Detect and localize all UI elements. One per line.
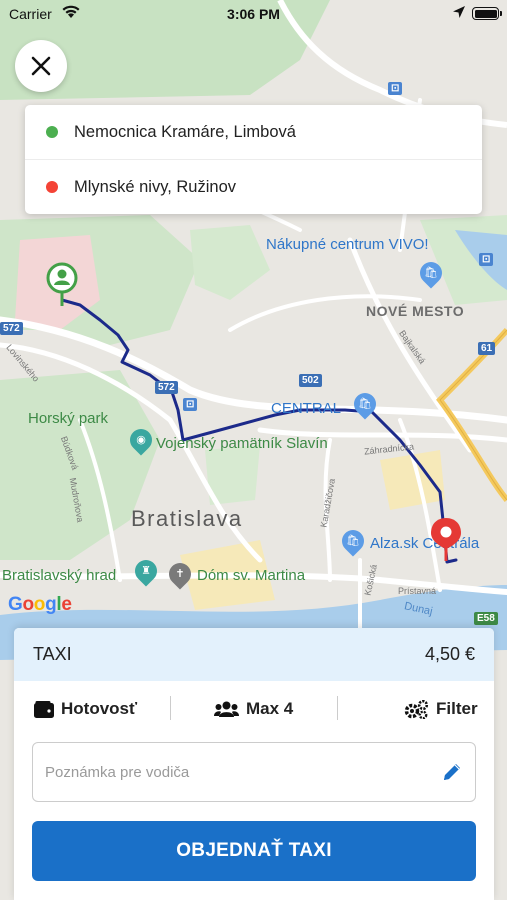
map-label-nove-mesto: NOVÉ MESTO: [366, 303, 465, 319]
service-name: TAXI: [33, 644, 72, 664]
origin-label: Nemocnica Kramáre, Limbová: [74, 122, 296, 141]
status-time: 3:06 PM: [227, 6, 280, 22]
divider: [170, 696, 171, 720]
map-label-horsky-park: Horský park: [28, 410, 109, 427]
street-label: Prístavná: [398, 586, 437, 596]
close-button[interactable]: [15, 40, 67, 92]
map-label-vivo: Nákupné centrum VIVO!: [266, 236, 429, 253]
capacity-label: Max 4: [246, 699, 294, 718]
pencil-icon[interactable]: [441, 761, 463, 783]
road-shield: 572: [0, 322, 23, 335]
shopping-poi-icon[interactable]: 🛍: [337, 525, 369, 557]
map-label-slavin: Vojenský pamätník Slavín: [156, 435, 328, 452]
order-sheet: TAXI 4,50 € Hotovosť Max 4 Filter Poznám…: [14, 628, 494, 900]
shopping-poi-icon[interactable]: 🛍: [415, 257, 447, 289]
road-shield: 61: [478, 342, 496, 355]
payment-label: Hotovosť: [61, 699, 138, 718]
filter-option[interactable]: Filter: [404, 699, 478, 719]
divider: [337, 696, 338, 720]
route-card: Nemocnica Kramáre, Limbová Mlynské nivy,…: [25, 105, 482, 214]
fare-row[interactable]: TAXI 4,50 €: [14, 628, 494, 681]
close-icon: [31, 56, 51, 76]
location-arrow-icon: [453, 6, 465, 18]
google-logo: Google: [8, 594, 72, 615]
map-label-hrad: Bratislavský hrad: [2, 567, 117, 584]
map-label-bratislava: Bratislava: [131, 506, 243, 531]
map-label-central: CENTRAL: [271, 400, 342, 417]
map-pin-icon[interactable]: [429, 516, 463, 562]
castle-poi-icon[interactable]: ♜: [130, 555, 162, 587]
destination-label: Mlynské nivy, Ružinov: [74, 177, 236, 196]
camera-poi-icon[interactable]: ◉: [125, 424, 157, 456]
transit-icon: ⊡: [388, 82, 403, 95]
road-shield: 502: [299, 374, 322, 387]
destination-row[interactable]: Mlynské nivy, Ružinov: [25, 159, 482, 214]
driver-note-input[interactable]: [45, 763, 441, 781]
origin-row[interactable]: Nemocnica Kramáre, Limbová: [25, 105, 482, 159]
capacity-option[interactable]: Max 4: [214, 699, 293, 719]
shopping-poi-icon[interactable]: 🛍: [349, 388, 381, 420]
gears-icon: [404, 699, 429, 719]
filter-label: Filter: [436, 699, 478, 718]
payment-option[interactable]: Hotovosť: [34, 699, 137, 719]
road-shield: E58: [474, 612, 498, 625]
origin-dot-icon: [46, 126, 58, 138]
destination-dot-icon: [46, 181, 58, 193]
map-label-dom: Dóm sv. Martina: [197, 567, 306, 584]
driver-note-field[interactable]: [32, 742, 476, 802]
order-taxi-button[interactable]: OBJEDNAŤ TAXI: [32, 821, 476, 881]
wallet-icon: [34, 700, 54, 718]
users-icon: [214, 701, 239, 717]
status-bar: Carrier 3:06 PM: [0, 0, 507, 26]
transit-icon: ⊡: [479, 253, 494, 266]
transit-icon: ⊡: [183, 398, 198, 411]
battery-icon: [472, 7, 502, 20]
person-pin-icon[interactable]: [45, 262, 79, 308]
road-shield: 572: [155, 381, 178, 394]
price-label: 4,50 €: [424, 644, 475, 664]
church-poi-icon[interactable]: ✝: [164, 558, 196, 590]
